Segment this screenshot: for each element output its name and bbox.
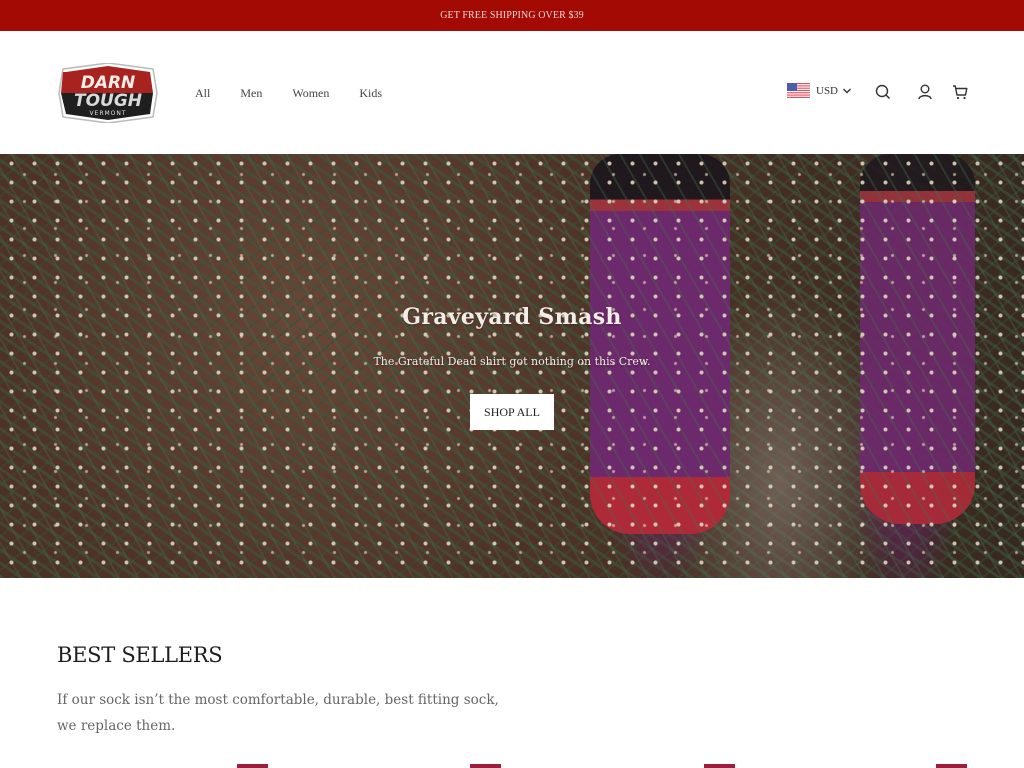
best-sellers-title: BEST SELLERS (57, 643, 223, 667)
site-header: DARN TOUGH VERMONT All Men Women Kids US… (0, 31, 1024, 154)
hero-title: Graveyard Smash (402, 304, 622, 330)
product-badge (237, 764, 268, 768)
nav-item-men[interactable]: Men (240, 86, 262, 101)
account-icon[interactable] (916, 83, 934, 101)
currency-selector[interactable]: USD (787, 83, 852, 98)
best-sellers-description: If our sock isn’t the most comfortable, … (57, 692, 499, 734)
product-badge (936, 764, 967, 768)
chevron-down-icon (843, 88, 852, 93)
cart-icon[interactable] (951, 83, 969, 101)
hero-banner: Graveyard Smash The Grateful Dead shirt … (0, 154, 1024, 578)
product-badge (704, 764, 735, 768)
best-sellers-section: BEST SELLERS If our sock isn’t the most … (57, 643, 517, 739)
us-flag-icon (787, 83, 810, 98)
header-actions: USD (764, 83, 1024, 101)
nav-item-women[interactable]: Women (292, 86, 329, 101)
nav-item-kids[interactable]: Kids (359, 86, 382, 101)
product-badge (470, 764, 501, 768)
darn-tough-logo: DARN TOUGH VERMONT (58, 62, 158, 124)
announcement-text: GET FREE SHIPPING OVER $39 (440, 10, 584, 21)
hero-subtitle: The Grateful Dead shirt got nothing on t… (373, 355, 651, 368)
shop-all-button[interactable]: SHOP ALL (470, 394, 554, 430)
svg-text:TOUGH: TOUGH (74, 91, 142, 111)
main-nav: All Men Women Kids (195, 86, 382, 101)
announcement-bar: GET FREE SHIPPING OVER $39 (0, 0, 1024, 31)
svg-text:DARN: DARN (81, 73, 136, 93)
logo-link[interactable]: DARN TOUGH VERMONT (57, 62, 159, 124)
svg-text:VERMONT: VERMONT (89, 110, 126, 117)
search-icon[interactable] (874, 83, 892, 101)
nav-item-all[interactable]: All (195, 86, 210, 101)
currency-label: USD (816, 84, 839, 97)
